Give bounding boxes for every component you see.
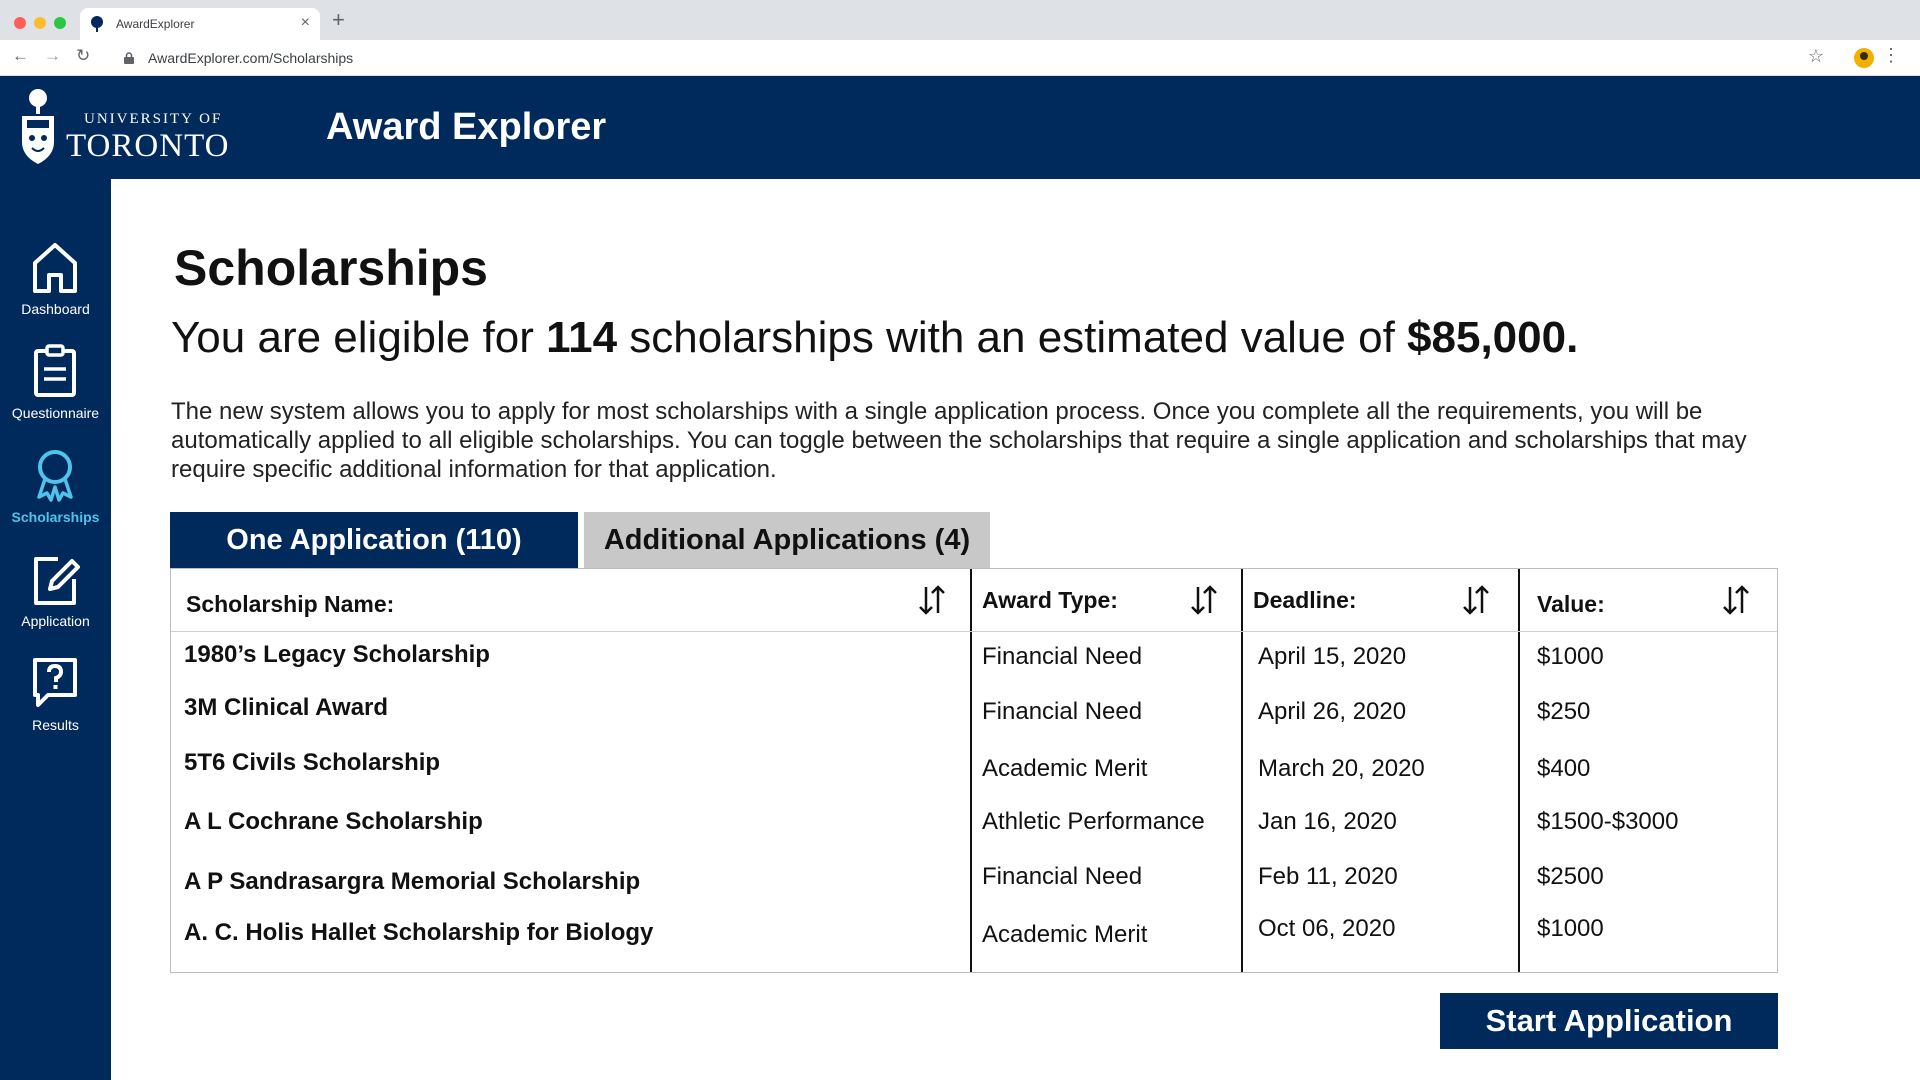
sidebar-item-application[interactable]: Application: [0, 551, 111, 647]
column-header-value[interactable]: Value:: [1537, 591, 1605, 618]
reload-icon[interactable]: ↻: [76, 46, 90, 66]
award-type-cell: Financial Need: [982, 643, 1143, 670]
scholarship-name[interactable]: 1980’s Legacy Scholarship: [184, 641, 490, 669]
description-text: The new system allows you to apply for m…: [171, 398, 1747, 483]
forward-icon[interactable]: →: [44, 46, 61, 66]
header-divider: [171, 631, 1777, 632]
sidebar-item-label: Dashboard: [21, 301, 90, 317]
sidebar: Dashboard Questionnaire Scholarships App…: [0, 179, 111, 1080]
browser-toolbar: ← → ↻ AwardExplorer.com/Scholarships ☆ ⋮: [0, 40, 1920, 76]
crest-icon: [22, 89, 54, 164]
scholarship-name[interactable]: A. C. Holis Hallet Scholarship for Biolo…: [184, 919, 653, 947]
value-cell: $1000: [1537, 915, 1604, 942]
tab-additional-applications[interactable]: Additional Applications (4): [584, 512, 990, 568]
clipboard-icon: [34, 344, 76, 397]
sidebar-item-scholarships[interactable]: Scholarships: [0, 447, 111, 543]
university-name-line1: UNIVERSITY OF: [84, 111, 223, 127]
sidebar-item-label: Scholarships: [11, 509, 100, 525]
award-type-cell: Financial Need: [982, 698, 1143, 725]
sort-icon[interactable]: [1721, 583, 1751, 617]
sort-icon[interactable]: [1461, 583, 1491, 617]
browser-tab-title: AwardExplorer: [116, 17, 195, 31]
sidebar-item-dashboard[interactable]: Dashboard: [0, 239, 111, 335]
university-name-line2: TORONTO: [66, 128, 230, 164]
column-divider: [970, 569, 972, 972]
window-minimize-button[interactable]: [34, 17, 46, 29]
award-icon: [37, 450, 73, 502]
eligible-count: 114: [546, 313, 618, 362]
scholarship-name[interactable]: 5T6 Civils Scholarship: [184, 749, 440, 777]
start-application-button[interactable]: Start Application: [1440, 993, 1778, 1049]
profile-avatar[interactable]: [1854, 48, 1874, 68]
sidebar-item-results[interactable]: Results: [0, 655, 111, 751]
scholarship-table: Scholarship Name: Award Type: Deadline: …: [170, 568, 1778, 973]
deadline-cell: April 26, 2020: [1258, 698, 1407, 725]
eligibility-prefix: You are eligible for: [171, 313, 547, 362]
column-header-award-type[interactable]: Award Type:: [982, 587, 1118, 614]
back-icon[interactable]: ←: [12, 46, 29, 66]
value-cell: $2500: [1537, 863, 1604, 890]
bookmark-star-icon[interactable]: ☆: [1808, 46, 1824, 67]
value-cell: $1500-$3000: [1537, 808, 1679, 835]
eligibility-summary: You are eligible for 114 scholarships wi…: [171, 313, 1578, 363]
lock-icon: [124, 52, 134, 64]
help-chat-icon: [33, 658, 77, 707]
sidebar-item-questionnaire[interactable]: Questionnaire: [0, 343, 111, 439]
scholarship-name[interactable]: A P Sandrasargra Memorial Scholarship: [184, 868, 640, 896]
deadline-cell: Feb 11, 2020: [1258, 863, 1398, 890]
deadline-cell: April 15, 2020: [1258, 643, 1407, 670]
sidebar-item-label: Application: [21, 613, 90, 629]
browser-menu-icon[interactable]: ⋮: [1882, 45, 1900, 66]
sidebar-item-label: Results: [32, 717, 79, 733]
page-title: Scholarships: [174, 240, 488, 296]
address-bar[interactable]: AwardExplorer.com/Scholarships: [148, 50, 353, 66]
main-content: Scholarships You are eligible for 114 sc…: [111, 179, 1920, 1080]
award-type-cell: Academic Merit: [982, 921, 1148, 948]
tab-one-application[interactable]: One Application (110): [170, 512, 578, 568]
favicon-icon: [91, 16, 103, 32]
deadline-cell: March 20, 2020: [1258, 755, 1425, 782]
value-cell: $1000: [1537, 643, 1604, 670]
browser-tab-bar: AwardExplorer × +: [0, 0, 1920, 40]
app-title: Award Explorer: [326, 106, 607, 148]
value-cell: $400: [1537, 755, 1591, 782]
eligible-value: $85,000.: [1407, 313, 1579, 362]
value-cell: $250: [1537, 698, 1591, 725]
column-divider: [1241, 569, 1243, 972]
sort-icon[interactable]: [1189, 583, 1219, 617]
sidebar-item-label: Questionnaire: [11, 405, 100, 421]
window-close-button[interactable]: [14, 17, 26, 29]
home-icon: [33, 243, 77, 293]
close-tab-icon[interactable]: ×: [301, 14, 310, 32]
scholarship-name[interactable]: 3M Clinical Award: [184, 694, 388, 722]
deadline-cell: Oct 06, 2020: [1258, 915, 1396, 942]
new-tab-button[interactable]: +: [332, 9, 345, 31]
award-type-cell: Financial Need: [982, 863, 1143, 890]
sort-icon[interactable]: [917, 583, 947, 617]
window-maximize-button[interactable]: [54, 17, 66, 29]
column-header-name[interactable]: Scholarship Name:: [186, 591, 394, 618]
column-header-deadline[interactable]: Deadline:: [1253, 587, 1357, 614]
browser-tab[interactable]: AwardExplorer ×: [80, 8, 320, 40]
app-header: UNIVERSITY OF TORONTO Award Explorer: [0, 76, 1920, 179]
edit-icon: [34, 557, 80, 605]
deadline-cell: Jan 16, 2020: [1258, 808, 1397, 835]
university-logo[interactable]: UNIVERSITY OF TORONTO: [18, 86, 278, 172]
eligibility-middle: scholarships with an estimated value of: [617, 313, 1408, 362]
award-type-cell: Athletic Performance: [982, 808, 1205, 835]
award-type-cell: Academic Merit: [982, 755, 1148, 782]
column-divider: [1518, 569, 1520, 972]
scholarship-name[interactable]: A L Cochrane Scholarship: [184, 808, 483, 836]
